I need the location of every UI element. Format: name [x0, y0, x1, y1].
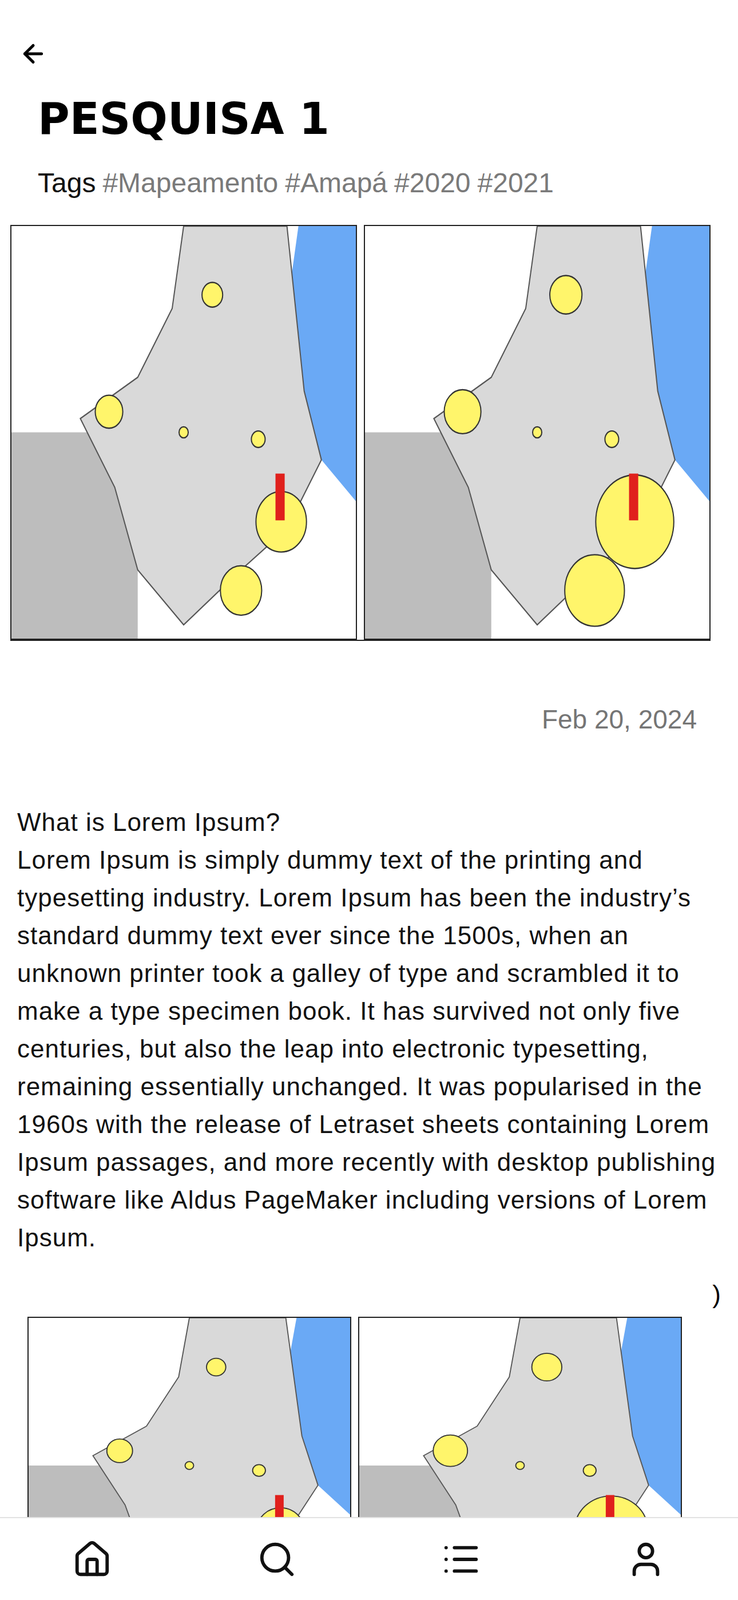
trailing-mark: ) — [0, 1256, 738, 1310]
tag[interactable]: #Amapá — [284, 166, 388, 200]
home-icon — [72, 1538, 113, 1579]
home-nav-button[interactable] — [63, 1530, 121, 1588]
post-title: PESQUISA 1 — [0, 93, 738, 144]
user-icon — [625, 1538, 666, 1579]
post-date: Feb 20, 2024 — [0, 640, 738, 735]
top-bar — [0, 0, 738, 70]
body-text: Lorem Ipsum is simply dummy text of the … — [17, 840, 727, 1257]
back-button[interactable] — [17, 37, 50, 70]
search-icon — [256, 1538, 297, 1579]
bottom-nav — [0, 1516, 738, 1600]
post-screen: PESQUISA 1 Tags#Mapeamento#Amapá#2020#202… — [0, 0, 738, 1600]
back-arrow-icon — [18, 39, 48, 69]
tags-label: Tags — [37, 166, 96, 200]
tag[interactable]: #2020 — [394, 166, 471, 200]
body-heading: What is Lorem Ipsum? — [17, 803, 727, 841]
map-2020 — [10, 224, 357, 640]
user-nav-button[interactable] — [617, 1530, 675, 1588]
tag[interactable]: #2021 — [477, 166, 554, 200]
map-figure — [10, 224, 711, 641]
post-content: PESQUISA 1 Tags#Mapeamento#Amapá#2020#202… — [0, 0, 738, 1600]
map-2021 — [363, 224, 711, 640]
list-nav-button[interactable] — [432, 1530, 490, 1588]
list-icon — [441, 1538, 482, 1579]
search-nav-button[interactable] — [248, 1530, 306, 1588]
post-body: What is Lorem Ipsum?Lorem Ipsum is simpl… — [0, 734, 738, 1257]
tag[interactable]: #Mapeamento — [102, 166, 279, 200]
tags-row: Tags#Mapeamento#Amapá#2020#2021 — [0, 166, 738, 200]
